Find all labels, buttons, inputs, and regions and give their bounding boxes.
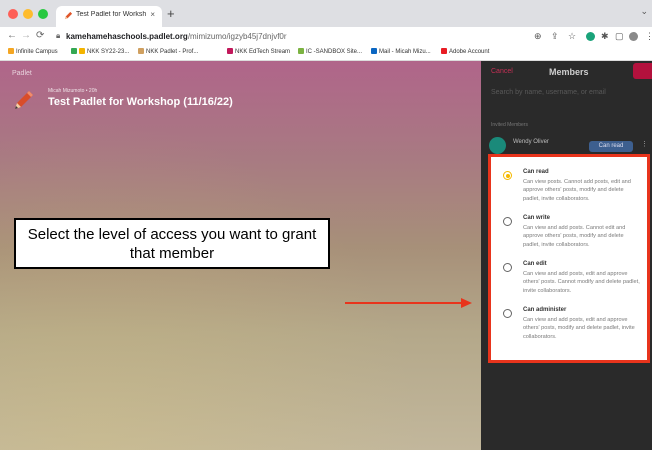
bookmarks-bar: Infinite Campus NKK SY22-23... NKK Padle… xyxy=(0,46,652,61)
callout-text: Select the level of access you want to g… xyxy=(27,225,317,262)
option-label: Can read xyxy=(523,169,549,175)
url-path: /mimizumo/igzyb45j7dnjvf0r xyxy=(187,32,287,41)
bookmark-item[interactable]: NKK EdTech Stream xyxy=(227,48,290,55)
bookmark-item[interactable]: NKK SY22-23... xyxy=(71,48,129,55)
padlet-author: Micah Mizumoto • 20h xyxy=(48,88,98,94)
radio-selected-icon[interactable] xyxy=(503,171,512,180)
padlet-logo[interactable]: Padlet xyxy=(12,70,32,77)
bookmark-item[interactable]: NKK Padlet - Prof... xyxy=(138,48,198,55)
bookmark-star-icon[interactable]: ☆ xyxy=(568,31,576,42)
back-arrow-icon[interactable]: ← xyxy=(7,30,17,41)
panel-title: Members xyxy=(549,67,589,77)
google-drive-icon xyxy=(71,48,77,54)
bookmark-item[interactable]: IC -SANDBOX Site... xyxy=(298,48,362,55)
access-level-button[interactable]: Can read xyxy=(589,141,633,152)
tab-close-icon[interactable]: × xyxy=(150,10,155,19)
bookmark-item[interactable]: Mail - Micah Mizu... xyxy=(371,48,431,55)
padlet-pencil-icon xyxy=(15,91,33,109)
option-label: Can administer xyxy=(523,307,567,313)
section-label: Invited Members xyxy=(491,122,528,128)
outlook-icon xyxy=(371,48,377,54)
maximize-window-button[interactable] xyxy=(38,9,48,19)
browser-toolbar: ← → ⟳ 🔒︎ kamehamehaschools.padlet.org/mi… xyxy=(0,27,652,46)
radio-icon[interactable] xyxy=(503,217,512,226)
more-options-icon[interactable]: ⋮ xyxy=(641,140,648,148)
option-label: Can write xyxy=(523,215,551,221)
address-bar[interactable]: kamehamehaschools.padlet.org/mimizumo/ig… xyxy=(66,32,287,41)
padlet-pencil-icon xyxy=(64,11,73,20)
instruction-callout: Select the level of access you want to g… xyxy=(14,218,330,269)
member-name: Wendy Oliver xyxy=(513,139,549,145)
bookmark-item[interactable]: Infinite Campus xyxy=(8,48,58,55)
browser-titlebar: Test Padlet for Workshop (11/16 × + ⌄ xyxy=(0,0,652,27)
arrow-head-icon xyxy=(461,298,472,308)
lock-icon[interactable]: 🔒︎ xyxy=(56,31,60,41)
option-label: Can edit xyxy=(523,261,547,267)
url-host: kamehamehaschools.padlet.org xyxy=(66,32,188,41)
option-description: Can view posts. Cannot add posts, edit a… xyxy=(523,179,631,202)
access-level-menu: Can read Can view posts. Cannot add post… xyxy=(488,154,650,363)
padlet-board: Padlet Micah Mizumoto • 20h Test Padlet … xyxy=(0,61,481,450)
more-menu-icon[interactable]: ⋮ xyxy=(645,31,652,42)
bookmark-favicon xyxy=(138,48,144,54)
sidebar-icon[interactable]: ▢ xyxy=(615,31,624,42)
google-lens-icon[interactable]: ⊕ xyxy=(534,31,542,42)
adobe-icon xyxy=(441,48,447,54)
extensions-puzzle-icon[interactable]: ✱ xyxy=(601,31,609,42)
minimize-window-button[interactable] xyxy=(23,9,33,19)
reload-icon[interactable]: ⟳ xyxy=(36,30,44,41)
bookmark-favicon xyxy=(227,48,233,54)
tab-title: Test Padlet for Workshop (11/16 xyxy=(76,11,146,18)
member-search-input[interactable]: Search by name, username, or email xyxy=(491,89,606,96)
option-description: Can view and add posts, edit and approve… xyxy=(523,271,640,294)
share-icon[interactable]: ⇪ xyxy=(551,31,559,42)
save-button[interactable] xyxy=(633,63,652,79)
radio-icon[interactable] xyxy=(503,263,512,272)
folder-icon xyxy=(79,48,85,54)
option-description: Can view and add posts. Cannot edit and … xyxy=(523,225,626,248)
browser-tab-active[interactable]: Test Padlet for Workshop (11/16 × xyxy=(56,6,162,27)
annotation-arrow xyxy=(345,302,462,304)
extension-grammarly-icon[interactable] xyxy=(586,32,595,41)
bookmark-item[interactable]: Adobe Account xyxy=(441,48,489,55)
forward-arrow-icon[interactable]: → xyxy=(21,30,31,41)
bookmark-favicon xyxy=(298,48,304,54)
tab-search-icon[interactable]: ⌄ xyxy=(640,6,648,17)
close-window-button[interactable] xyxy=(8,9,18,19)
padlet-title[interactable]: Test Padlet for Workshop (11/16/22) xyxy=(48,96,233,108)
profile-avatar[interactable] xyxy=(629,32,638,41)
cancel-button[interactable]: Cancel xyxy=(491,68,513,75)
new-tab-button[interactable]: + xyxy=(167,6,175,21)
apps-grid-icon xyxy=(8,48,14,54)
option-description: Can view and add posts, edit and approve… xyxy=(523,317,635,340)
avatar xyxy=(489,137,506,154)
radio-icon[interactable] xyxy=(503,309,512,318)
